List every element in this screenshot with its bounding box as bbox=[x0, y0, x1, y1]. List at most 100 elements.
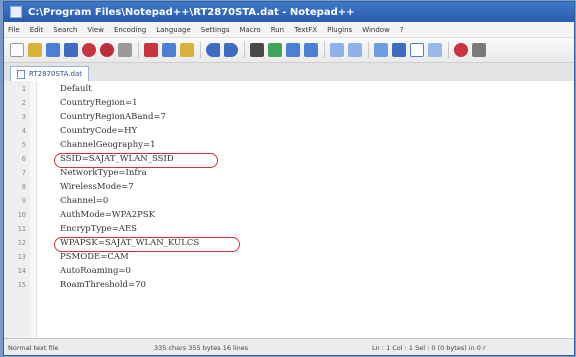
undo-icon[interactable] bbox=[206, 43, 220, 57]
editor-line: 5 ChannelGeography=1 bbox=[4, 139, 574, 152]
line-number: 11 bbox=[17, 225, 26, 233]
menu-run[interactable]: Run bbox=[271, 26, 284, 34]
zoom-in-icon[interactable] bbox=[286, 43, 300, 57]
line-number: 7 bbox=[21, 169, 26, 177]
editor-line: 14 AutoRoaming=0 bbox=[4, 265, 574, 278]
menu-settings[interactable]: Settings bbox=[201, 26, 230, 34]
title-bar[interactable]: C:\Program Files\Notepad++\RT2870STA.dat… bbox=[4, 2, 574, 22]
toolbar bbox=[4, 38, 574, 63]
ssid-highlight-circle bbox=[54, 153, 218, 168]
line-text: CountryCode=HY bbox=[60, 126, 138, 136]
line-text: RoamThreshold=70 bbox=[60, 280, 146, 290]
menu-bar: File Edit Search View Encoding Language … bbox=[4, 22, 574, 38]
editor-line: 2 CountryRegion=1 bbox=[4, 97, 574, 110]
sync-h-icon[interactable] bbox=[348, 43, 362, 57]
editor-line: 15 RoamThreshold=70 bbox=[4, 279, 574, 292]
paste-icon[interactable] bbox=[180, 43, 194, 57]
line-number: 14 bbox=[17, 267, 26, 275]
close-icon[interactable] bbox=[82, 43, 96, 57]
status-cursor-position: Ln : 1 Col : 1 Sel : 0 (0 bytes) in 0 r bbox=[372, 344, 486, 352]
menu-window[interactable]: Window bbox=[362, 26, 390, 34]
toolbar-separator bbox=[448, 42, 449, 58]
stop-macro-icon[interactable] bbox=[472, 43, 486, 57]
line-number: 6 bbox=[21, 155, 26, 163]
wpapsk-highlight-circle bbox=[54, 237, 240, 252]
replace-icon[interactable] bbox=[268, 43, 282, 57]
indent-guide-icon[interactable] bbox=[410, 43, 424, 57]
notepadpp-window: C:\Program Files\Notepad++\RT2870STA.dat… bbox=[4, 2, 574, 355]
toolbar-separator bbox=[324, 42, 325, 58]
line-text: ChannelGeography=1 bbox=[60, 140, 156, 150]
status-file-stats: 335 chars 355 bytes 16 lines bbox=[154, 344, 249, 352]
editor-line: 10 AuthMode=WPA2PSK bbox=[4, 209, 574, 222]
line-text: Default bbox=[60, 84, 92, 94]
line-number: 13 bbox=[17, 253, 26, 261]
menu-file[interactable]: File bbox=[8, 26, 20, 34]
line-number: 5 bbox=[21, 141, 26, 149]
text-editor[interactable]: 1 Default 2 CountryRegion=1 3 CountryRegion… bbox=[4, 81, 574, 338]
editor-line: 8 WirelessMode=7 bbox=[4, 181, 574, 194]
cut-icon[interactable] bbox=[144, 43, 158, 57]
line-number: 12 bbox=[17, 239, 26, 247]
toolbar-separator bbox=[368, 42, 369, 58]
line-number: 8 bbox=[21, 183, 26, 191]
tab-label: RT2870STA.dat bbox=[29, 70, 82, 78]
editor-line: 7 NetworkType=Infra bbox=[4, 167, 574, 180]
menu-edit[interactable]: Edit bbox=[30, 26, 44, 34]
doc-map-icon[interactable] bbox=[428, 43, 442, 57]
menu-view[interactable]: View bbox=[87, 26, 104, 34]
line-text: CountryRegionABand=7 bbox=[60, 112, 166, 122]
print-icon[interactable] bbox=[118, 43, 132, 57]
sync-v-icon[interactable] bbox=[330, 43, 344, 57]
line-text: NetworkType=Infra bbox=[60, 168, 147, 178]
line-text: AutoRoaming=0 bbox=[60, 266, 131, 276]
menu-macro[interactable]: Macro bbox=[240, 26, 261, 34]
line-text: WirelessMode=7 bbox=[60, 182, 134, 192]
line-number: 9 bbox=[21, 197, 26, 205]
new-file-icon[interactable] bbox=[10, 43, 24, 57]
line-text: Channel=0 bbox=[60, 196, 109, 206]
show-all-icon[interactable] bbox=[392, 43, 406, 57]
redo-icon[interactable] bbox=[224, 43, 238, 57]
copy-icon[interactable] bbox=[162, 43, 176, 57]
zoom-out-icon[interactable] bbox=[304, 43, 318, 57]
app-icon bbox=[10, 6, 22, 18]
editor-line: 1 Default bbox=[4, 83, 574, 96]
line-number: 1 bbox=[21, 85, 26, 93]
document-icon bbox=[17, 69, 25, 79]
save-icon[interactable] bbox=[46, 43, 60, 57]
close-all-icon[interactable] bbox=[100, 43, 114, 57]
wrap-icon[interactable] bbox=[374, 43, 388, 57]
menu-encoding[interactable]: Encoding bbox=[114, 26, 146, 34]
editor-line: 3 CountryRegionABand=7 bbox=[4, 111, 574, 124]
menu-textfx[interactable]: TextFX bbox=[294, 26, 317, 34]
status-bar: Normal text file 335 chars 355 bytes 16 … bbox=[4, 338, 574, 355]
line-text: EncrypType=AES bbox=[60, 224, 137, 234]
line-number: 2 bbox=[21, 99, 26, 107]
line-number: 4 bbox=[21, 127, 26, 135]
toolbar-separator bbox=[244, 42, 245, 58]
tab-rt2870sta[interactable]: RT2870STA.dat bbox=[10, 66, 89, 81]
editor-line: 9 Channel=0 bbox=[4, 195, 574, 208]
editor-line: 13 PSMODE=CAM bbox=[4, 251, 574, 264]
open-file-icon[interactable] bbox=[28, 43, 42, 57]
line-text: CountryRegion=1 bbox=[60, 98, 138, 108]
menu-language[interactable]: Language bbox=[156, 26, 191, 34]
window-title: C:\Program Files\Notepad++\RT2870STA.dat… bbox=[28, 6, 355, 18]
line-number: 3 bbox=[21, 113, 26, 121]
record-macro-icon[interactable] bbox=[454, 43, 468, 57]
line-text: AuthMode=WPA2PSK bbox=[60, 210, 156, 220]
find-icon[interactable] bbox=[250, 43, 264, 57]
tab-bar: RT2870STA.dat bbox=[4, 63, 574, 82]
menu-plugins[interactable]: Plugins bbox=[327, 26, 352, 34]
toolbar-separator bbox=[138, 42, 139, 58]
line-number: 10 bbox=[17, 211, 26, 219]
editor-line: 11 EncrypType=AES bbox=[4, 223, 574, 236]
menu-search[interactable]: Search bbox=[53, 26, 77, 34]
toolbar-separator bbox=[200, 42, 201, 58]
line-text: PSMODE=CAM bbox=[60, 252, 129, 262]
status-file-type: Normal text file bbox=[8, 344, 59, 352]
save-all-icon[interactable] bbox=[64, 43, 78, 57]
line-number: 15 bbox=[17, 281, 26, 289]
menu-help[interactable]: ? bbox=[400, 26, 404, 34]
